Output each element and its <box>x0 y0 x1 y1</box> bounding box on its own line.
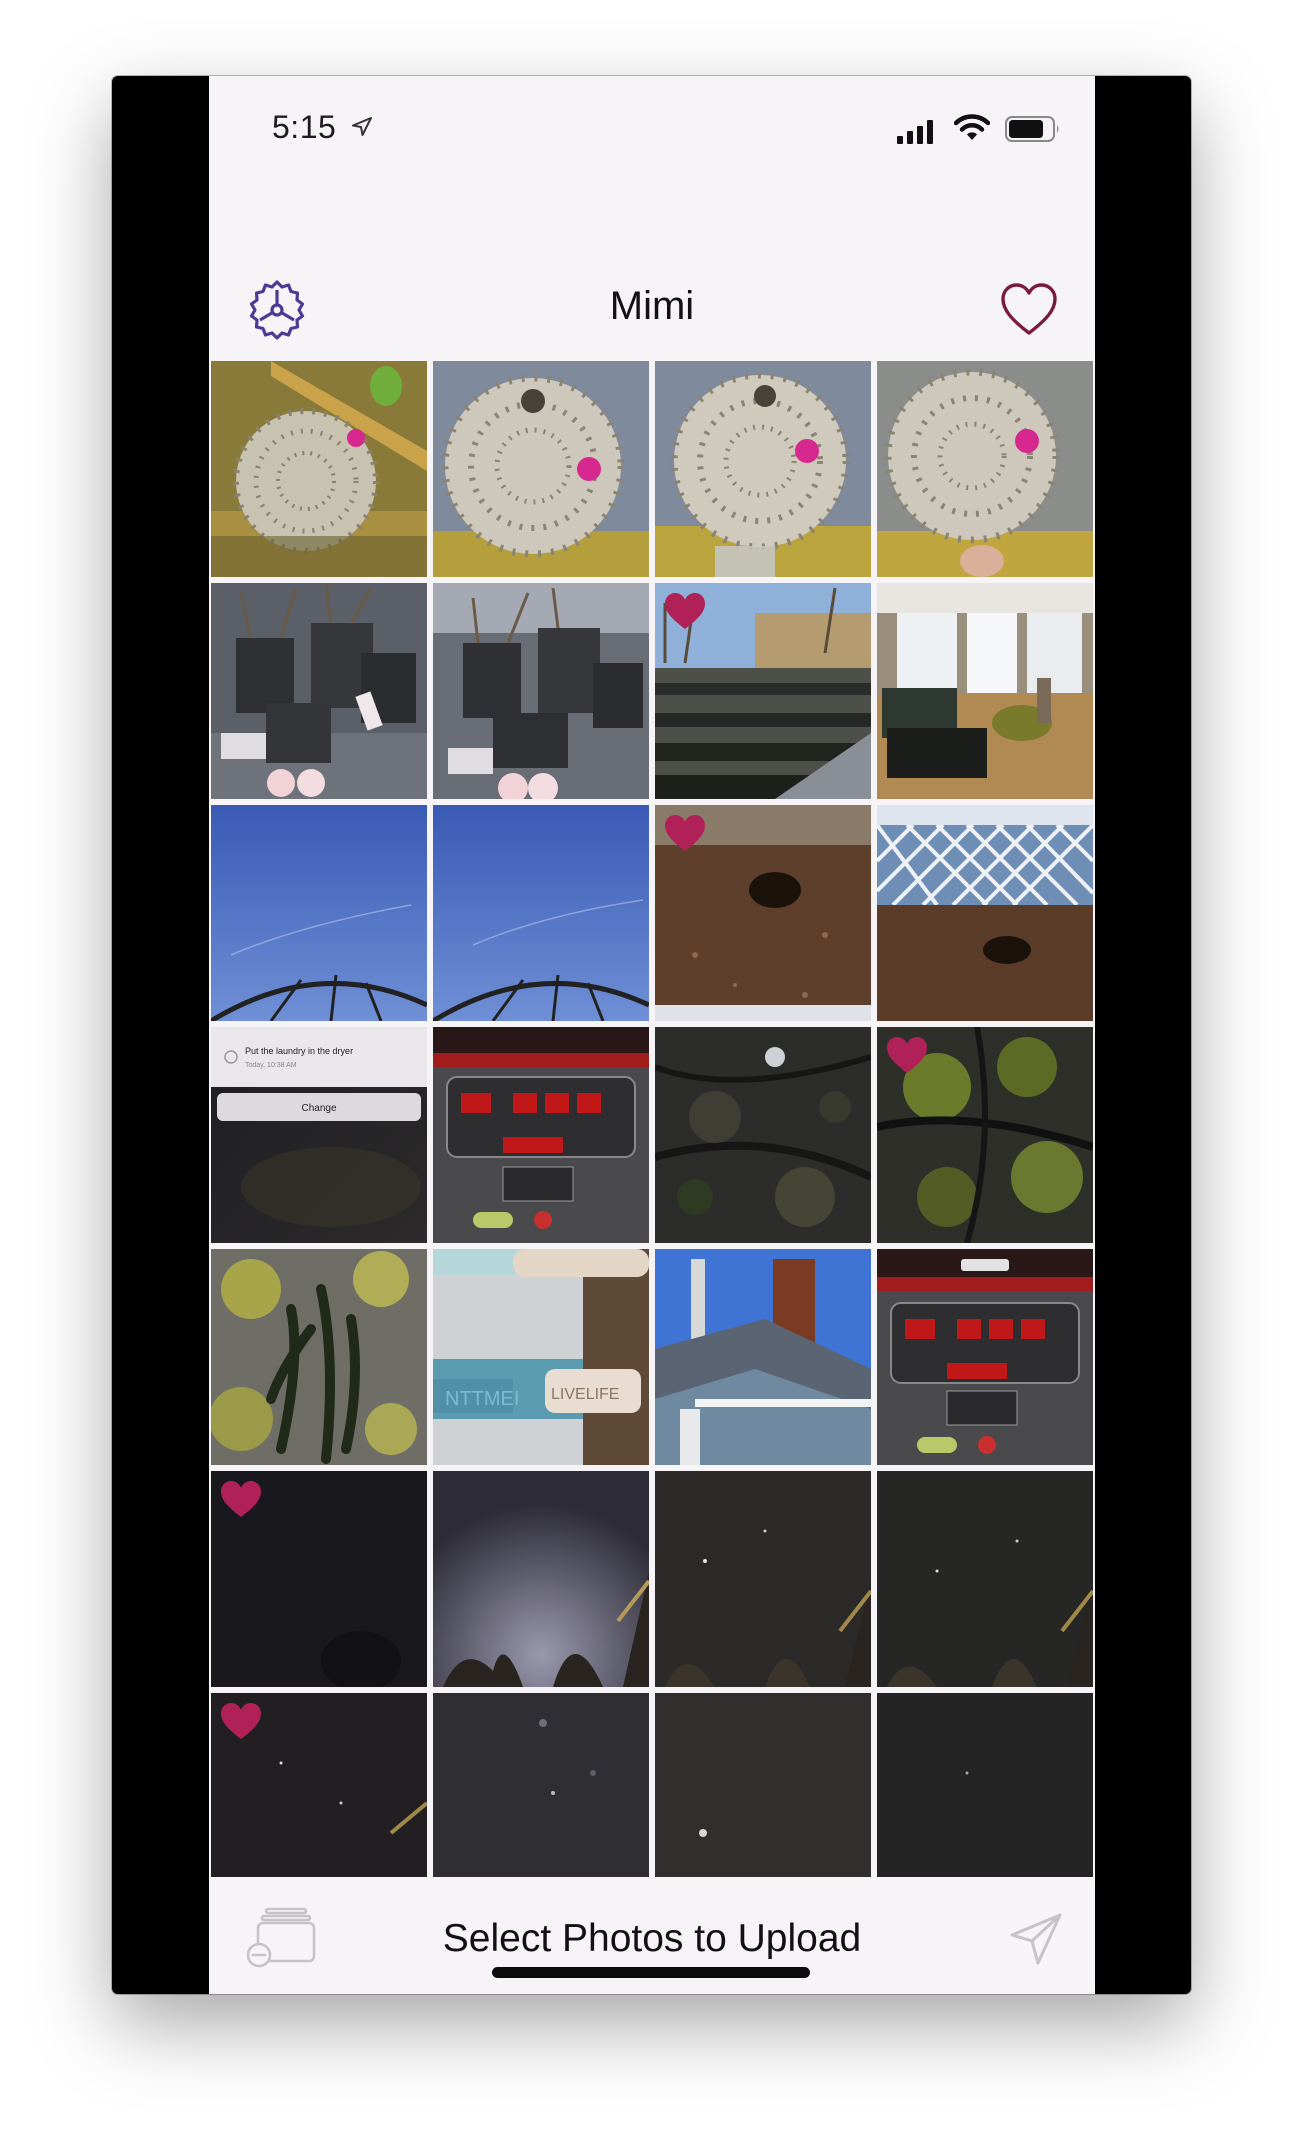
pole-text-2: NTTMEI <box>445 1388 519 1410</box>
photo-thumbnail[interactable] <box>877 1027 1093 1243</box>
photo-thumbnail[interactable] <box>877 361 1093 577</box>
photo-grid: Put the laundry in the dryer Today, 10:3… <box>211 361 1095 1877</box>
location-arrow-icon <box>352 117 372 136</box>
photo-thumbnail[interactable] <box>655 1693 871 1877</box>
pole-text-1: LIVELIFE <box>551 1386 619 1403</box>
photo-thumbnail[interactable] <box>433 1693 649 1877</box>
upload-button[interactable] <box>1008 1911 1064 1967</box>
photo-thumbnail[interactable]: Put the laundry in the dryer Today, 10:3… <box>211 1027 427 1243</box>
photo-thumbnail[interactable] <box>877 1693 1093 1877</box>
phone-screen: 5:15 Mimi Put the laundry in the dryer T… <box>209 76 1095 1994</box>
photo-thumbnail[interactable] <box>211 1693 427 1877</box>
send-icon <box>1010 1913 1062 1965</box>
photo-thumbnail[interactable]: NTTMEI LIVELIFE <box>433 1249 649 1465</box>
status-bar: 5:15 <box>209 76 1095 186</box>
favorites-button[interactable] <box>1000 282 1058 338</box>
favorite-heart-icon <box>665 815 705 851</box>
nav-bar: Mimi <box>209 186 1095 361</box>
reminder-time-text: Today, 10:38 AM <box>245 1062 297 1069</box>
photo-thumbnail[interactable] <box>655 583 871 799</box>
photo-thumbnail[interactable] <box>433 1027 649 1243</box>
cellular-signal-icon <box>897 120 933 144</box>
home-indicator <box>492 1967 810 1978</box>
status-time: 5:15 <box>272 109 337 145</box>
photo-thumbnail[interactable] <box>877 1471 1093 1687</box>
app-window: 5:15 Mimi Put the laundry in the dryer T… <box>112 76 1191 1994</box>
favorite-heart-icon <box>221 1703 261 1739</box>
photo-thumbnail[interactable] <box>655 1471 871 1687</box>
favorite-heart-icon <box>887 1037 927 1073</box>
photo-thumbnail[interactable] <box>655 1027 871 1243</box>
photo-thumbnail[interactable] <box>655 361 871 577</box>
photo-thumbnail[interactable] <box>877 583 1093 799</box>
wifi-icon <box>954 114 990 140</box>
photo-thumbnail[interactable] <box>211 1249 427 1465</box>
favorite-heart-icon <box>221 1481 261 1517</box>
toolbar-label: Select Photos to Upload <box>442 1917 862 1960</box>
photo-thumbnail[interactable] <box>655 805 871 1021</box>
favorite-heart-icon <box>665 593 705 629</box>
photo-thumbnail[interactable] <box>877 805 1093 1021</box>
photo-thumbnail[interactable] <box>433 805 649 1021</box>
photo-thumbnail[interactable] <box>211 361 427 577</box>
page-title: Mimi <box>609 284 695 328</box>
photo-thumbnail[interactable] <box>211 583 427 799</box>
photo-thumbnail[interactable] <box>655 1249 871 1465</box>
photo-thumbnail[interactable] <box>433 583 649 799</box>
reminder-task-text: Put the laundry in the dryer <box>245 1046 353 1056</box>
photo-thumbnail[interactable] <box>211 1471 427 1687</box>
photo-thumbnail[interactable] <box>433 1471 649 1687</box>
photo-thumbnail[interactable] <box>433 361 649 577</box>
photo-thumbnail[interactable] <box>877 1249 1093 1465</box>
reminder-change-text: Change <box>301 1103 336 1114</box>
heart-outline-icon <box>1001 283 1057 335</box>
battery-icon <box>1005 116 1059 142</box>
photo-thumbnail[interactable] <box>211 805 427 1021</box>
